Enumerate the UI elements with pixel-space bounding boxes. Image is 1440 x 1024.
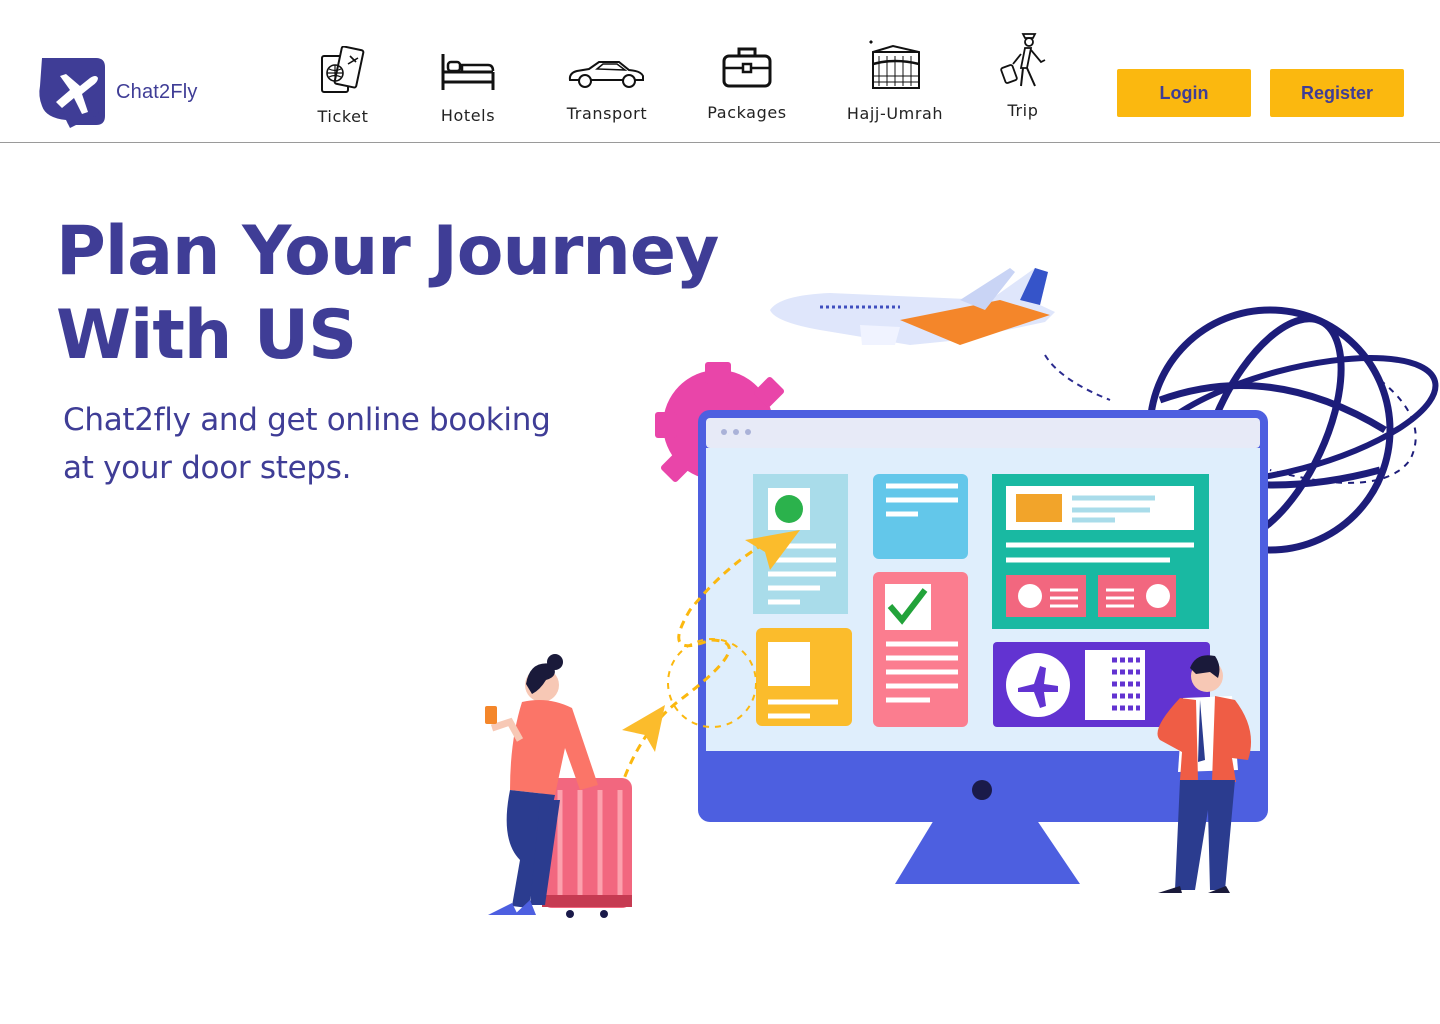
hero-illustration <box>485 268 1439 918</box>
nav-label-packages: Packages <box>707 103 787 122</box>
register-button[interactable]: Register <box>1270 69 1404 117</box>
nav-item-ticket[interactable]: Ticket <box>288 32 398 132</box>
airplane-icon <box>770 268 1111 401</box>
passport-ticket-icon <box>321 46 365 93</box>
nav-label-transport: Transport <box>566 104 648 123</box>
nav-item-hotels[interactable]: Hotels <box>413 32 523 132</box>
nav-item-transport[interactable]: Transport <box>552 32 662 132</box>
logo-plane-icon <box>39 58 106 128</box>
car-icon <box>568 61 644 88</box>
kaaba-icon <box>869 40 920 89</box>
nav-label-hotels: Hotels <box>440 106 496 125</box>
nav-item-packages[interactable]: Packages <box>692 32 802 132</box>
brand-name: Chat2Fly <box>116 80 198 103</box>
login-button[interactable]: Login <box>1117 69 1251 117</box>
nav-label-ticket: Ticket <box>317 107 369 126</box>
nav-item-hajj-umrah[interactable]: Hajj-Umrah <box>840 32 950 132</box>
nav-item-trip[interactable]: Trip <box>968 32 1078 132</box>
brand-logo[interactable]: Chat2Fly <box>36 56 198 128</box>
paper-plane-icon <box>622 705 665 752</box>
nav-label-trip: Trip <box>1007 101 1039 120</box>
woman-traveler-icon <box>485 654 632 918</box>
nav-label-hajj-umrah: Hajj-Umrah <box>846 104 944 123</box>
traveler-icon <box>1000 33 1046 87</box>
top-header: Chat2Fly Ticket Hotels Transport Package… <box>0 0 1440 143</box>
briefcase-icon <box>722 47 772 88</box>
bed-icon <box>441 54 495 90</box>
